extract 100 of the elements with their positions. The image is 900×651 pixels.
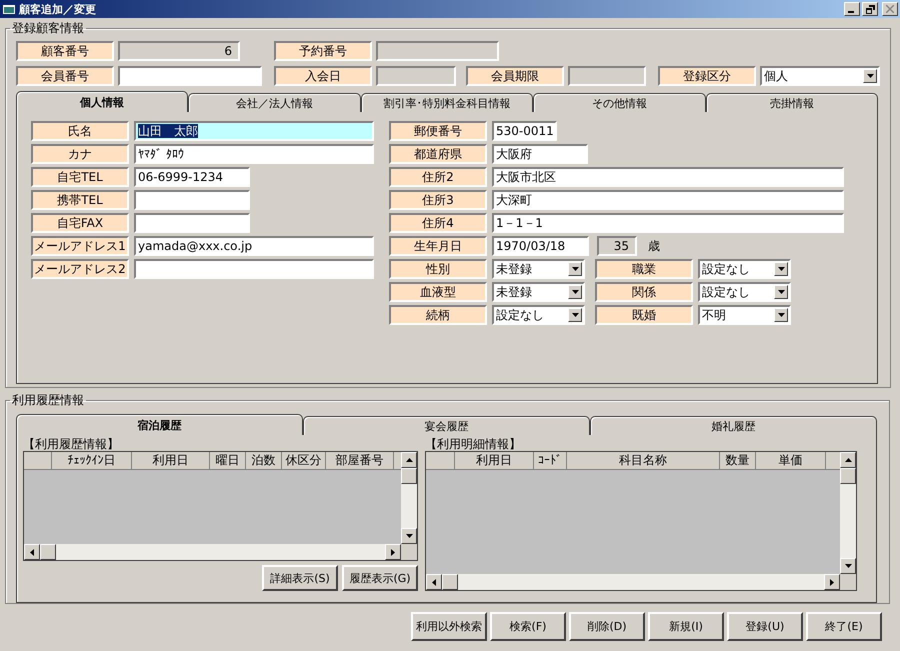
- field-label: 住所4: [389, 213, 487, 233]
- field-label: 住所2: [389, 167, 487, 187]
- column-header: 部屋番号: [326, 452, 394, 470]
- field-label: 登録区分: [658, 66, 756, 86]
- scroll-left-icon[interactable]: [30, 548, 34, 556]
- group-title: 登録顧客情報: [11, 20, 85, 37]
- input-field[interactable]: yamada@xxx.co.jp: [134, 236, 374, 256]
- age-field: 35: [597, 236, 637, 256]
- input-field[interactable]: 大深町: [492, 190, 844, 210]
- window-title: 顧客追加／変更: [19, 2, 97, 16]
- scroll-thumb[interactable]: [840, 468, 856, 484]
- tab[interactable]: 宿泊履歴: [16, 414, 303, 435]
- scroll-right-icon[interactable]: [830, 578, 834, 586]
- vertical-scrollbar[interactable]: [840, 452, 856, 590]
- field-label: 性別: [389, 259, 487, 279]
- column-header: 休区分: [282, 452, 326, 470]
- vertical-scrollbar[interactable]: [401, 452, 417, 560]
- dropdown[interactable]: 設定なし: [698, 282, 791, 302]
- restore-icon: [866, 4, 874, 14]
- dropdown[interactable]: 不明: [698, 305, 791, 325]
- field-label: メールアドレス1: [31, 236, 129, 256]
- tab[interactable]: 会社／法人情報: [188, 93, 361, 112]
- horizontal-scrollbar[interactable]: [426, 574, 840, 590]
- field-label: 氏名: [31, 121, 129, 141]
- grid-button[interactable]: 詳細表示(S): [262, 565, 338, 591]
- dropdown-arrow-icon: [572, 313, 578, 317]
- scroll-right-icon[interactable]: [391, 548, 395, 556]
- input-field[interactable]: [134, 259, 374, 279]
- action-button[interactable]: 新規(I): [648, 612, 724, 641]
- input-field[interactable]: 1－1－1: [492, 213, 844, 233]
- scrollbar-corner: [401, 544, 417, 560]
- dropdown-arrow-icon: [778, 313, 784, 317]
- scroll-up-icon[interactable]: [406, 458, 412, 462]
- tab[interactable]: 個人情報: [16, 91, 188, 112]
- field-label: 生年月日: [389, 236, 487, 256]
- field-label: 関係: [595, 282, 693, 302]
- folder-icon: [3, 3, 15, 15]
- input-field[interactable]: 06-6999-1234: [134, 167, 250, 187]
- restore-button[interactable]: [862, 2, 878, 16]
- input-field[interactable]: [118, 66, 262, 86]
- dropdown[interactable]: 設定なし: [492, 305, 585, 325]
- dropdown-arrow-icon: [866, 74, 874, 78]
- input-field[interactable]: 大阪市北区: [492, 167, 844, 187]
- column-header: 科目名称: [567, 452, 720, 470]
- column-header: 泊数: [246, 452, 282, 470]
- scroll-thumb[interactable]: [442, 574, 458, 590]
- grid-button[interactable]: 履歴表示(G): [342, 565, 418, 591]
- dropdown[interactable]: 個人: [760, 66, 880, 86]
- minimize-button[interactable]: [844, 2, 860, 16]
- field-label: 都道府県: [389, 144, 487, 164]
- input-field[interactable]: [134, 190, 250, 210]
- scroll-down-icon[interactable]: [844, 564, 852, 568]
- scroll-up-icon[interactable]: [844, 458, 852, 462]
- field-label: 予約番号: [274, 41, 372, 61]
- column-header: ﾁｪｯｸｲﾝ日: [52, 452, 132, 470]
- column-header: 利用日: [132, 452, 210, 470]
- dropdown-arrow-icon: [572, 267, 578, 271]
- dropdown-arrow-icon: [572, 290, 578, 294]
- input-field[interactable]: 山田 太郎: [134, 121, 374, 141]
- scroll-thumb[interactable]: [401, 468, 417, 484]
- group-title: 利用履歴情報: [11, 392, 85, 409]
- tab[interactable]: 売掛情報: [706, 93, 878, 112]
- close-button[interactable]: [882, 2, 898, 16]
- scroll-left-icon[interactable]: [432, 578, 436, 586]
- action-button[interactable]: 終了(E): [806, 612, 882, 641]
- action-button[interactable]: 登録(U): [727, 612, 803, 641]
- column-header: 数量: [720, 452, 756, 470]
- dropdown[interactable]: 設定なし: [698, 259, 791, 279]
- grid-title: 【利用履歴情報】: [23, 438, 120, 451]
- dropdown[interactable]: 未登録: [492, 259, 585, 279]
- scroll-thumb[interactable]: [40, 544, 56, 560]
- action-button[interactable]: 利用以外検索: [411, 612, 487, 641]
- input-field[interactable]: 530-0011: [492, 121, 557, 141]
- action-button[interactable]: 削除(D): [569, 612, 645, 641]
- field-label: 郵便番号: [389, 121, 487, 141]
- column-header: ｺｰﾄﾞ: [534, 452, 567, 470]
- tab[interactable]: 割引率･特別料金科目情報: [360, 93, 534, 112]
- dropdown[interactable]: 未登録: [492, 282, 585, 302]
- column-header: 単価: [756, 452, 826, 470]
- tab[interactable]: その他情報: [533, 93, 706, 112]
- field-label: 入会日: [274, 66, 372, 86]
- input-field[interactable]: 大阪府: [492, 144, 588, 164]
- readonly-field: 6: [118, 41, 240, 61]
- action-button[interactable]: 検索(F): [490, 612, 566, 641]
- scroll-down-icon[interactable]: [406, 534, 412, 538]
- horizontal-scrollbar[interactable]: [24, 544, 401, 560]
- input-field[interactable]: ﾔﾏﾀﾞ ﾀﾛｳ: [134, 144, 374, 164]
- field-label: 職業: [595, 259, 693, 279]
- field-label: メールアドレス2: [31, 259, 129, 279]
- field-label: 血液型: [389, 282, 487, 302]
- tab[interactable]: 宴会履歴: [303, 416, 590, 435]
- field-label: 自宅TEL: [31, 167, 129, 187]
- input-field[interactable]: 1970/03/18: [492, 236, 589, 256]
- close-icon: [886, 5, 894, 13]
- column-header: 曜日: [210, 452, 246, 470]
- field-label: 会員番号: [16, 66, 114, 86]
- input-field[interactable]: [134, 213, 250, 233]
- age-unit: 歳: [648, 238, 660, 254]
- field-label: 既婚: [595, 305, 693, 325]
- tab[interactable]: 婚礼履歴: [590, 416, 877, 435]
